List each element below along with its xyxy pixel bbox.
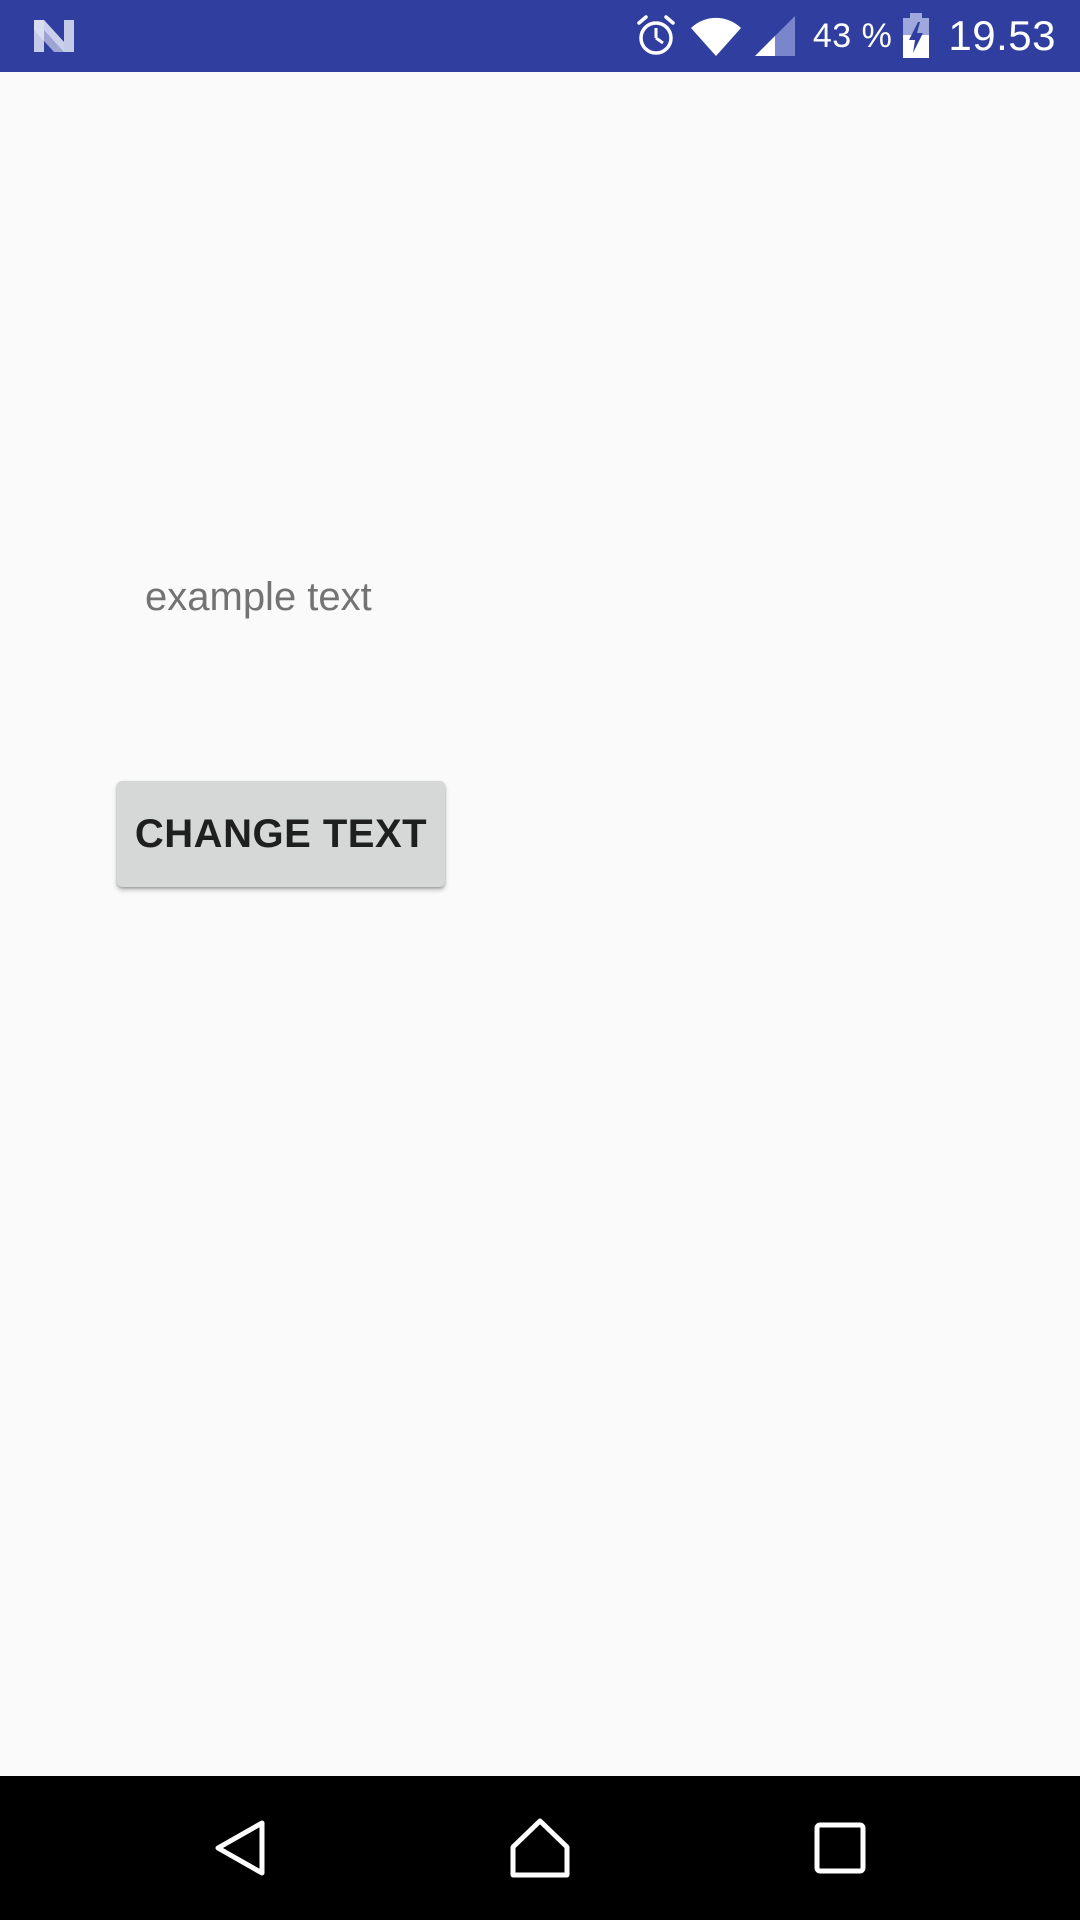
status-icons: 43 % 19.53 [633,0,1056,72]
recents-button[interactable] [760,1776,920,1920]
status-bar: 43 % 19.53 [0,0,1080,72]
cell-signal-icon [753,14,799,58]
main-content: example text CHANGE TEXT [0,72,1080,1776]
change-text-button[interactable]: CHANGE TEXT [117,781,445,887]
battery-charging-icon [902,13,930,59]
back-icon [215,1820,265,1876]
app-screen: 43 % 19.53 example text CHANGE TEXT [0,0,1080,1920]
alarm-icon [633,13,679,59]
home-button[interactable] [460,1776,620,1920]
wifi-icon [689,14,743,58]
status-clock: 19.53 [948,12,1056,59]
recents-icon [814,1822,866,1874]
example-text-label: example text [145,575,372,619]
navigation-bar [0,1776,1080,1920]
n-logo-icon [30,16,78,56]
battery-percent: 43 % [812,16,893,55]
back-button[interactable] [160,1776,320,1920]
home-icon [510,1818,570,1878]
